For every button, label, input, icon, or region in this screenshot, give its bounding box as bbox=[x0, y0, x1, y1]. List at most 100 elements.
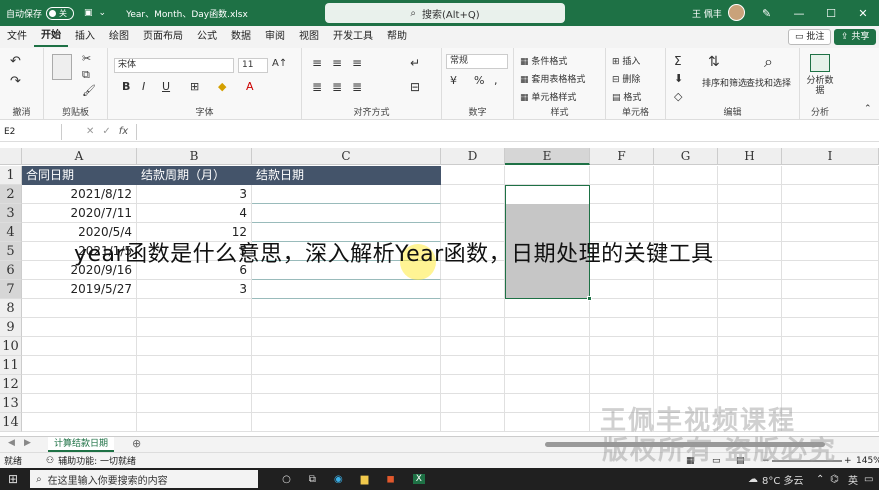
grid-cell[interactable] bbox=[654, 375, 718, 394]
copy-icon[interactable]: ⧉ bbox=[82, 68, 90, 82]
grid-cell[interactable] bbox=[22, 413, 137, 432]
grid-cell[interactable] bbox=[441, 318, 505, 337]
analyze-data-label[interactable]: 分析数据 bbox=[806, 76, 834, 96]
grid-cell[interactable] bbox=[505, 375, 590, 394]
grid-cell[interactable] bbox=[654, 299, 718, 318]
table-cell[interactable] bbox=[252, 204, 441, 223]
row-header[interactable]: 3 bbox=[0, 204, 22, 223]
table-cell[interactable]: 2020/7/11 bbox=[22, 204, 137, 223]
grid-cell[interactable] bbox=[782, 204, 879, 223]
col-header-e[interactable]: E bbox=[505, 148, 590, 165]
minimize-icon[interactable]: — bbox=[783, 7, 815, 20]
next-sheet-icon[interactable]: ▶ bbox=[24, 438, 31, 448]
grid-cell[interactable] bbox=[22, 394, 137, 413]
enter-icon[interactable]: ✓ bbox=[102, 126, 110, 137]
grid-cell[interactable] bbox=[505, 394, 590, 413]
grid-cell[interactable] bbox=[782, 280, 879, 299]
align-left-icon[interactable]: ≣ bbox=[312, 80, 322, 94]
col-header-h[interactable]: H bbox=[718, 148, 782, 165]
close-icon[interactable]: ✕ bbox=[847, 7, 879, 20]
table-cell[interactable]: 4 bbox=[137, 204, 252, 223]
percent-icon[interactable]: % bbox=[474, 74, 484, 87]
grid-cell[interactable] bbox=[441, 375, 505, 394]
table-cell[interactable]: 3 bbox=[137, 280, 252, 299]
underline-icon[interactable]: U bbox=[162, 80, 170, 93]
search-box[interactable]: ⌕ 搜索(Alt+Q) bbox=[325, 3, 565, 23]
grid-cell[interactable] bbox=[782, 185, 879, 204]
grid-cell[interactable] bbox=[782, 166, 879, 185]
save-icon[interactable]: ▣ bbox=[84, 8, 93, 18]
grid-cell[interactable] bbox=[22, 375, 137, 394]
grid-cell[interactable] bbox=[252, 299, 441, 318]
grid-cell[interactable] bbox=[782, 299, 879, 318]
avatar[interactable] bbox=[728, 4, 745, 21]
grid-cell[interactable] bbox=[590, 166, 654, 185]
grid-cell[interactable] bbox=[654, 204, 718, 223]
file-name[interactable]: Year、Month、Day函数.xlsx bbox=[126, 7, 248, 20]
formula-input[interactable] bbox=[136, 123, 879, 140]
fill-color-icon[interactable]: ◆ bbox=[218, 80, 226, 93]
row-header[interactable]: 6 bbox=[0, 261, 22, 280]
grid-cell[interactable] bbox=[505, 356, 590, 375]
grid-cell[interactable] bbox=[718, 318, 782, 337]
tab-home[interactable]: 开始 bbox=[34, 27, 68, 47]
tab-file[interactable]: 文件 bbox=[0, 26, 34, 48]
grid-cell[interactable] bbox=[590, 280, 654, 299]
grid-cell[interactable] bbox=[252, 394, 441, 413]
grid-cell[interactable] bbox=[252, 318, 441, 337]
grid-cell[interactable] bbox=[718, 280, 782, 299]
add-sheet-icon[interactable]: ⊕ bbox=[132, 437, 141, 450]
tab-view[interactable]: 视图 bbox=[292, 26, 326, 48]
grid-cell[interactable] bbox=[718, 242, 782, 261]
col-header-i[interactable]: I bbox=[782, 148, 879, 165]
tab-formulas[interactable]: 公式 bbox=[190, 26, 224, 48]
tray-chevron-icon[interactable]: ⌃ bbox=[816, 474, 824, 485]
active-cell[interactable] bbox=[506, 186, 589, 204]
grid-cell[interactable] bbox=[441, 280, 505, 299]
grid-cell[interactable] bbox=[137, 394, 252, 413]
row-header[interactable]: 2 bbox=[0, 185, 22, 204]
col-header-c[interactable]: C bbox=[252, 148, 441, 165]
align-middle-icon[interactable]: ≡ bbox=[332, 56, 342, 70]
wrap-text-icon[interactable]: ↵ bbox=[410, 56, 420, 70]
header-cell-contract-date[interactable]: 合同日期 bbox=[22, 166, 137, 185]
delete-cells-button[interactable]: ⊟ 删除 bbox=[612, 72, 640, 85]
grid-cell[interactable] bbox=[252, 356, 441, 375]
file-explorer-icon[interactable]: ▆ bbox=[361, 474, 369, 485]
table-cell[interactable]: 3 bbox=[137, 185, 252, 204]
currency-icon[interactable]: ¥ bbox=[450, 74, 457, 87]
weather-icon[interactable]: ☁ bbox=[748, 474, 758, 485]
row-header[interactable]: 5 bbox=[0, 242, 22, 261]
format-cells-button[interactable]: ▤ 格式 bbox=[612, 90, 641, 103]
grid-cell[interactable] bbox=[137, 356, 252, 375]
tab-draw[interactable]: 绘图 bbox=[102, 26, 136, 48]
grid-cell[interactable] bbox=[137, 299, 252, 318]
cut-icon[interactable]: ✂ bbox=[82, 52, 91, 65]
grid-cell[interactable] bbox=[22, 337, 137, 356]
find-select-label[interactable]: 查找和选择 bbox=[746, 76, 791, 89]
grid-cell[interactable] bbox=[782, 318, 879, 337]
tab-insert[interactable]: 插入 bbox=[68, 26, 102, 48]
paste-icon[interactable] bbox=[52, 54, 72, 80]
conditional-format-button[interactable]: ▦ 条件格式 bbox=[520, 54, 567, 67]
grid-cell[interactable] bbox=[441, 166, 505, 185]
spreadsheet-grid[interactable]: A B C D E F G H I 1 2 3 4 5 6 7 8 9 10 11 12 13 14 合同… bbox=[0, 148, 879, 436]
notification-icon[interactable]: ▭ bbox=[864, 474, 873, 485]
grid-cell[interactable] bbox=[782, 337, 879, 356]
grid-cell[interactable] bbox=[718, 223, 782, 242]
row-header[interactable]: 4 bbox=[0, 223, 22, 242]
grid-cell[interactable] bbox=[782, 356, 879, 375]
font-size-select[interactable]: 11 bbox=[238, 58, 268, 73]
grid-cell[interactable] bbox=[441, 185, 505, 204]
grid-cell[interactable] bbox=[22, 318, 137, 337]
start-icon[interactable]: ⊞ bbox=[8, 472, 18, 486]
align-top-icon[interactable]: ≡ bbox=[312, 56, 322, 70]
fill-icon[interactable]: ⬇ bbox=[674, 72, 683, 85]
grid-cell[interactable] bbox=[505, 318, 590, 337]
grid-cell[interactable] bbox=[782, 242, 879, 261]
weather-text[interactable]: 8°C 多云 bbox=[762, 472, 804, 487]
grid-cell[interactable] bbox=[22, 356, 137, 375]
sort-filter-label[interactable]: 排序和筛选 bbox=[702, 76, 747, 89]
grid-cell[interactable] bbox=[654, 185, 718, 204]
grid-cell[interactable] bbox=[441, 356, 505, 375]
